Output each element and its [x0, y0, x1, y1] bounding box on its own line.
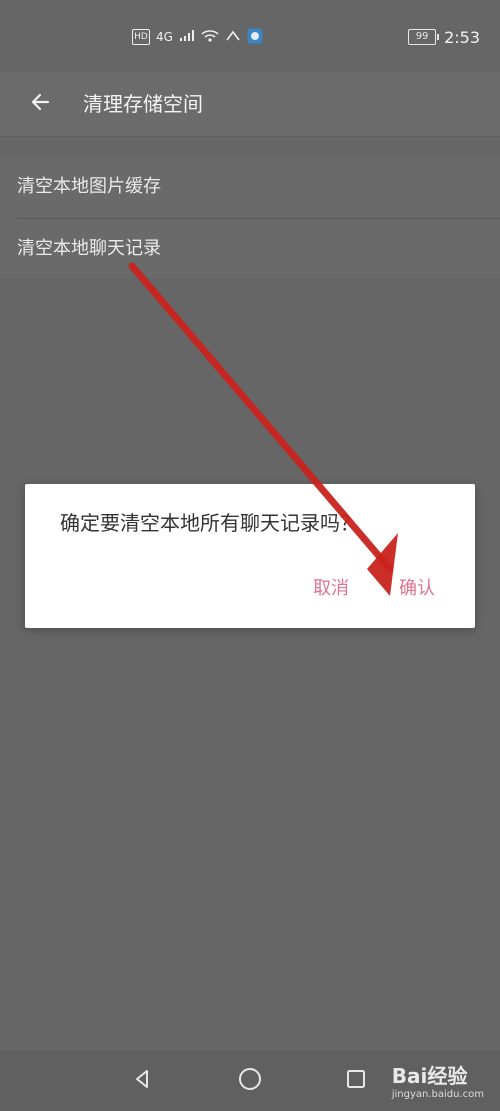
list-item-clear-chat-history[interactable]: 清空本地聊天记录 [0, 219, 500, 279]
dialog-actions: 取消 确认 [313, 576, 435, 602]
nav-back-icon [131, 1068, 153, 1094]
list-item-clear-image-cache[interactable]: 清空本地图片缓存 [0, 157, 500, 217]
nav-recent-button[interactable] [340, 1065, 372, 1097]
confirm-dialog: 确定要清空本地所有聊天记录吗？ 取消 确认 [25, 484, 475, 628]
top-bar: 清理存储空间 [0, 72, 500, 137]
status-icons: HD 4G [132, 26, 263, 48]
nav-home-icon [238, 1067, 262, 1095]
watermark-brand: Bai经验 [391, 1064, 468, 1088]
clock-time: 2:53 [444, 27, 480, 47]
app-badge-icon [247, 28, 263, 47]
status-bar: HD 4G 99 2:53 [0, 0, 500, 72]
nav-home-button[interactable] [234, 1065, 266, 1097]
cancel-button[interactable]: 取消 [313, 576, 349, 602]
back-arrow-icon [28, 90, 52, 118]
status-right: 99 2:53 [408, 26, 480, 48]
battery-icon: 99 [408, 29, 440, 45]
settings-list: 清空本地图片缓存 清空本地聊天记录 [0, 157, 500, 278]
wifi-icon [201, 29, 219, 45]
network-label: 4G [156, 30, 173, 44]
signal-icon [179, 29, 195, 45]
notification-icon [225, 29, 241, 46]
dialog-message: 确定要清空本地所有聊天记录吗？ [60, 511, 360, 535]
nav-recent-icon [345, 1068, 367, 1094]
hd-badge: HD [132, 29, 150, 45]
nav-back-button[interactable] [126, 1065, 158, 1097]
baidu-jingyan-watermark: Bai经验 jingyan.baidu.com [392, 1060, 484, 1100]
confirm-button[interactable]: 确认 [399, 576, 435, 602]
list-item-label: 清空本地图片缓存 [17, 176, 161, 197]
list-item-label: 清空本地聊天记录 [17, 238, 161, 259]
back-button[interactable] [20, 82, 60, 126]
watermark-url: jingyan.baidu.com [391, 1089, 484, 1100]
page-title: 清理存储空间 [83, 92, 203, 116]
